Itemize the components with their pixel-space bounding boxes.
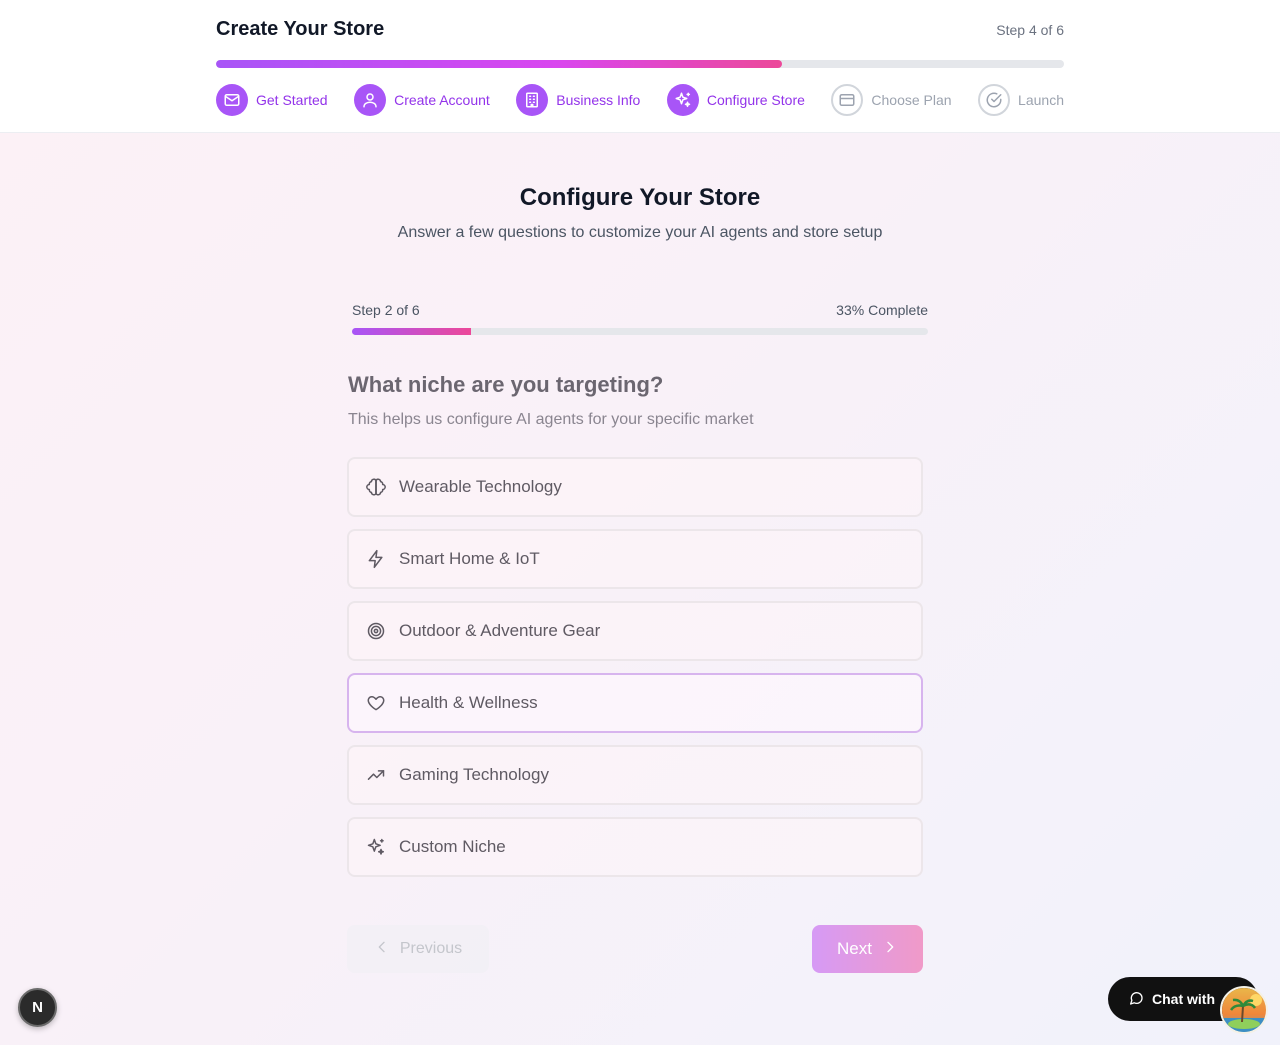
question-progress-bar bbox=[352, 328, 928, 335]
option-label: Health & Wellness bbox=[399, 693, 538, 712]
question-step-text: Step 2 of 6 bbox=[352, 302, 420, 318]
nextjs-badge[interactable]: N bbox=[18, 988, 57, 1027]
avatar[interactable] bbox=[1220, 986, 1268, 1034]
check-circle-icon bbox=[978, 84, 1011, 116]
building-icon bbox=[516, 84, 549, 116]
step-create-account[interactable]: Create Account bbox=[354, 84, 490, 116]
option-custom-niche[interactable]: Custom Niche bbox=[347, 817, 923, 877]
option-smart-home-iot[interactable]: Smart Home & IoT bbox=[347, 529, 923, 589]
option-health-wellness[interactable]: Health & Wellness bbox=[347, 673, 923, 733]
heart-icon bbox=[365, 692, 387, 714]
top-header: Create Your Store Step 4 of 6 Get Starte… bbox=[0, 0, 1280, 133]
option-outdoor-adventure-gear[interactable]: Outdoor & Adventure Gear bbox=[347, 601, 923, 661]
overall-progress-bar bbox=[216, 60, 1064, 68]
user-icon bbox=[354, 84, 387, 116]
app-title: Create Your Store bbox=[216, 18, 385, 40]
niche-options: Wearable Technology Smart Home & IoT Out… bbox=[347, 457, 923, 889]
next-button[interactable]: Next bbox=[812, 925, 923, 973]
step-nav: Get Started Create Account Business Info… bbox=[216, 84, 1064, 116]
next-label: Next bbox=[837, 939, 872, 958]
credit-card-icon bbox=[831, 84, 864, 116]
overall-progress-fill bbox=[216, 60, 782, 68]
page-title: Configure Your Store bbox=[519, 184, 761, 211]
step-launch[interactable]: Launch bbox=[978, 84, 1064, 116]
question-help: This helps us configure AI agents for yo… bbox=[348, 411, 754, 428]
option-label: Smart Home & IoT bbox=[399, 549, 540, 568]
lightning-icon bbox=[365, 548, 387, 570]
badge-letter: N bbox=[32, 999, 43, 1016]
sparkles-icon bbox=[365, 836, 387, 858]
previous-button[interactable]: Previous bbox=[347, 925, 489, 973]
option-label: Custom Niche bbox=[399, 837, 506, 856]
chevron-left-icon bbox=[374, 939, 390, 960]
step-label: Get Started bbox=[256, 92, 328, 108]
chat-bubble-icon bbox=[1128, 990, 1144, 1009]
option-gaming-technology[interactable]: Gaming Technology bbox=[347, 745, 923, 805]
step-label: Create Account bbox=[394, 92, 490, 108]
question-progress: Step 2 of 6 33% Complete bbox=[352, 302, 928, 335]
step-label: Launch bbox=[1018, 92, 1064, 108]
page-subtitle: Answer a few questions to customize your… bbox=[397, 224, 883, 241]
mail-icon bbox=[216, 84, 248, 116]
question-progress-text: Step 2 of 6 33% Complete bbox=[352, 302, 928, 318]
chevron-right-icon bbox=[882, 939, 898, 960]
target-icon bbox=[365, 620, 387, 642]
step-indicator: Step 4 of 6 bbox=[996, 22, 1064, 38]
step-label: Choose Plan bbox=[871, 92, 952, 108]
step-label: Configure Store bbox=[706, 92, 805, 108]
step-label: Business Info bbox=[556, 92, 641, 108]
option-label: Gaming Technology bbox=[399, 765, 549, 784]
previous-label: Previous bbox=[399, 940, 463, 957]
question-progress-fill bbox=[352, 328, 472, 335]
header-container: Create Your Store Step 4 of 6 Get Starte… bbox=[216, 0, 1064, 133]
sparkles-icon bbox=[666, 84, 699, 116]
trending-up-icon bbox=[365, 764, 387, 786]
option-label: Wearable Technology bbox=[399, 477, 562, 496]
question-complete-text: 33% Complete bbox=[836, 302, 928, 318]
question-title: What niche are you targeting? bbox=[348, 372, 664, 397]
step-configure-store[interactable]: Configure Store bbox=[666, 84, 805, 116]
option-wearable-technology[interactable]: Wearable Technology bbox=[347, 457, 923, 517]
chat-label: Chat with bbox=[1152, 991, 1215, 1007]
brain-icon bbox=[365, 476, 387, 498]
step-business-info[interactable]: Business Info bbox=[516, 84, 640, 116]
option-label: Outdoor & Adventure Gear bbox=[399, 621, 601, 640]
step-get-started[interactable]: Get Started bbox=[216, 84, 328, 116]
step-choose-plan[interactable]: Choose Plan bbox=[831, 84, 952, 116]
